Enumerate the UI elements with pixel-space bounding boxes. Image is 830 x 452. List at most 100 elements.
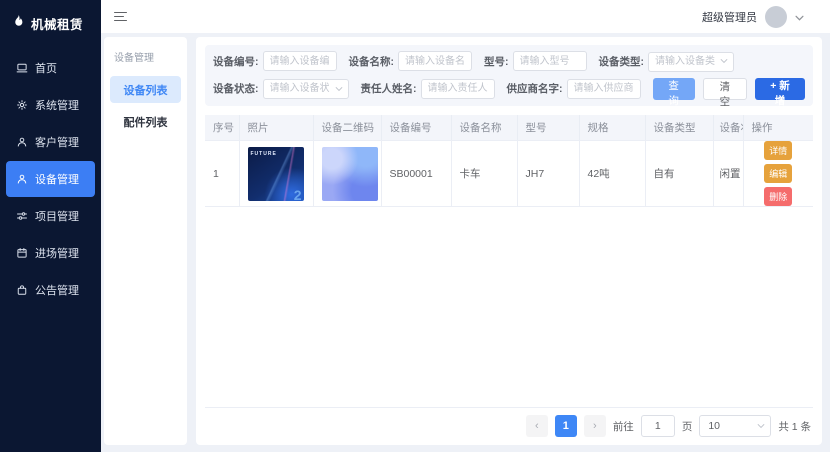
field-label: 设备类型: <box>598 55 645 68</box>
chevron-down-icon <box>795 8 804 26</box>
column-header-type: 设备类型 <box>645 114 714 141</box>
edit-button[interactable]: 编辑 <box>764 164 793 183</box>
page-unit-label: 页 <box>681 420 693 433</box>
sidebar-item-label: 项目管理 <box>35 211 79 223</box>
sidebar-item-label: 首页 <box>35 63 57 75</box>
filter-field-responsible-name: 责任人姓名: <box>360 78 495 99</box>
page-number-button[interactable]: 1 <box>554 415 577 437</box>
field-label: 型号: <box>484 55 509 68</box>
page-size-select[interactable] <box>699 415 772 437</box>
collapse-menu-icon[interactable] <box>114 11 127 22</box>
sidebar-item-system[interactable]: 系统管理 <box>6 87 95 123</box>
equipment-table: 序号 照片 设备二维码 设备编号 设备名称 型号 规格 设备类型 设备状态 操作 <box>205 114 813 207</box>
responsible-name-input[interactable] <box>420 78 495 99</box>
submenu-item-label: 设备列表 <box>123 84 168 97</box>
sidebar-item-customers[interactable]: 客户管理 <box>6 124 95 160</box>
topbar: 超级管理员 <box>101 0 830 33</box>
goto-label: 前往 <box>612 420 634 433</box>
sidebar-nav: 首页 系统管理 客户管理 设备管理 项目管理 进场管理 公告管理 <box>0 50 101 308</box>
column-header-name: 设备名称 <box>451 114 518 141</box>
photo-corner-text: 2 <box>293 186 302 201</box>
column-header-model: 型号 <box>517 114 580 141</box>
filter-row-2: 设备状态: 责任人姓名: 供应商名字: <box>213 77 806 108</box>
column-header-photo: 照片 <box>239 114 314 141</box>
goto-page-input[interactable] <box>640 415 675 437</box>
column-header-actions: 操作 <box>743 114 813 141</box>
field-label: 责任人姓名: <box>360 83 417 95</box>
filter-field-equipment-status: 设备状态: <box>213 78 349 99</box>
app-window: 机械租赁 首页 系统管理 客户管理 设备管理 项目管理 进场管理 公告管理 超级… <box>0 0 830 452</box>
clear-button[interactable]: 清空 <box>702 77 747 108</box>
equipment-photo[interactable]: FUTURE 2 <box>247 146 304 201</box>
submenu-item-label: 配件列表 <box>123 116 168 129</box>
model-input[interactable] <box>512 51 587 72</box>
equipment-status-select[interactable] <box>262 78 349 99</box>
table-header-row: 序号 照片 设备二维码 设备编号 设备名称 型号 规格 设备类型 设备状态 操作 <box>205 114 813 141</box>
cell-spec: 42吨 <box>579 140 646 207</box>
chevron-down-icon <box>720 59 728 64</box>
home-icon <box>16 62 28 74</box>
sidebar-item-label: 客户管理 <box>35 137 79 149</box>
filter-row-1: 设备编号: 设备名称: 型号: 设备类型: <box>213 51 805 72</box>
flame-icon <box>11 13 26 34</box>
cell-name: 卡车 <box>451 140 518 207</box>
user-icon <box>16 173 28 185</box>
cell-model: JH7 <box>517 140 580 207</box>
row-actions: 详情 编辑 删除 <box>752 141 806 206</box>
username: 超级管理员 <box>702 11 757 24</box>
column-header-status: 设备状态 <box>713 114 744 141</box>
brand-name: 机械租赁 <box>31 18 84 32</box>
sidebar-item-announcements[interactable]: 公告管理 <box>6 272 95 308</box>
supplier-name-input[interactable] <box>566 78 641 99</box>
equipment-type-select[interactable] <box>648 51 734 72</box>
sidebar-item-equipment[interactable]: 设备管理 <box>6 161 95 197</box>
cell-actions: 详情 编辑 删除 <box>743 140 813 207</box>
sidebar-item-projects[interactable]: 项目管理 <box>6 198 95 234</box>
avatar[interactable] <box>765 5 787 28</box>
search-button[interactable]: 查询 <box>652 77 695 107</box>
column-header-qrcode: 设备二维码 <box>313 114 382 141</box>
field-label: 设备状态: <box>213 83 259 95</box>
pagination: ‹ 1 › 前往 页 共 1 条 <box>205 415 813 437</box>
column-header-code: 设备编号 <box>381 114 452 141</box>
table-row: 1 FUTURE 2 SB00001 卡车 JH7 42吨 自有 闲置 详情 编… <box>205 140 813 207</box>
cell-qrcode <box>313 140 382 207</box>
filter-field-supplier-name: 供应商名字: <box>506 78 641 99</box>
sidebar-item-label: 设备管理 <box>35 174 79 186</box>
calendar-icon <box>16 247 28 259</box>
table-empty-area <box>205 207 813 408</box>
prev-page-button[interactable]: ‹ <box>525 415 548 437</box>
filter-field-equipment-code: 设备编号: <box>213 51 337 72</box>
brand-logo: 机械租赁 <box>0 0 101 34</box>
cell-code: SB00001 <box>381 140 452 207</box>
cell-index: 1 <box>205 140 240 207</box>
bag-icon <box>16 284 28 296</box>
equipment-code-input[interactable] <box>262 51 337 72</box>
main-panel: 设备编号: 设备名称: 型号: 设备类型: <box>196 37 822 445</box>
submenu-title: 设备管理 <box>114 53 154 64</box>
filter-field-model: 型号: <box>484 51 587 72</box>
submenu-item-parts-list[interactable]: 配件列表 <box>110 108 181 135</box>
sidebar-item-home[interactable]: 首页 <box>6 50 95 86</box>
filter-field-equipment-type: 设备类型: <box>598 51 734 72</box>
sidebar-item-label: 进场管理 <box>35 248 79 260</box>
detail-button[interactable]: 详情 <box>764 141 793 160</box>
filter-field-equipment-name: 设备名称: <box>348 51 472 72</box>
submenu-item-equipment-list[interactable]: 设备列表 <box>110 76 181 103</box>
next-page-button[interactable]: › <box>583 415 606 437</box>
submenu-panel: 设备管理 设备列表 配件列表 <box>104 37 187 445</box>
user-menu[interactable]: 超级管理员 <box>702 5 830 28</box>
filter-buttons: 查询 清空 + 新增 <box>652 77 806 108</box>
add-button[interactable]: + 新增 <box>754 77 806 107</box>
equipment-qrcode-image[interactable] <box>321 146 378 201</box>
field-label: 供应商名字: <box>506 83 563 95</box>
sidebar-item-entry[interactable]: 进场管理 <box>6 235 95 271</box>
total-count-label: 共 1 条 <box>778 420 811 433</box>
cell-type: 自有 <box>645 140 714 207</box>
equipment-name-input[interactable] <box>398 51 472 72</box>
user-icon <box>16 136 28 148</box>
sidebar-item-label: 公告管理 <box>35 285 79 297</box>
delete-button[interactable]: 删除 <box>764 187 793 206</box>
field-label: 设备名称: <box>348 55 395 68</box>
cell-photo: FUTURE 2 <box>239 140 314 207</box>
